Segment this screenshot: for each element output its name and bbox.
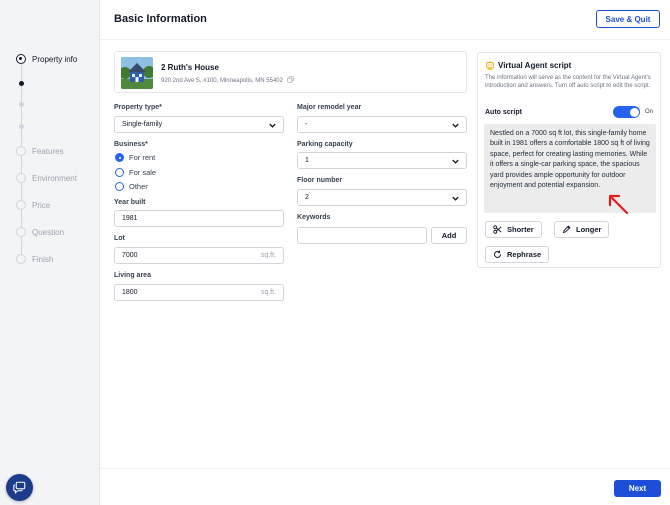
living-area-input[interactable]: 1800 sq.ft.	[114, 284, 284, 301]
virtual-agent-title: Virtual Agent script	[498, 61, 572, 70]
chevron-down-icon	[452, 196, 459, 201]
lot-unit: sq.ft.	[260, 252, 276, 259]
radio-selected-icon	[115, 153, 124, 162]
longer-label: Longer	[576, 225, 602, 234]
step-property-info[interactable]: Property info	[16, 54, 77, 64]
next-button[interactable]: Next	[614, 480, 661, 497]
chat-button[interactable]	[6, 474, 33, 501]
property-name: 2 Ruth's House	[161, 63, 219, 72]
business-option-for-rent[interactable]: For rent	[115, 153, 155, 162]
year-built-value: 1981	[122, 215, 138, 222]
page-footer	[100, 468, 670, 505]
lot-value: 7000	[122, 252, 138, 259]
longer-button[interactable]: Longer	[554, 221, 610, 238]
step-sidebar: Property info Features Environment Price…	[0, 0, 100, 505]
active-step-icon	[16, 54, 26, 64]
living-area-label: Living area	[114, 272, 151, 279]
step-label: Price	[32, 200, 51, 210]
step-circle-icon	[16, 227, 26, 237]
rephrase-label: Rephrase	[507, 250, 542, 259]
living-area-unit: sq.ft.	[260, 289, 276, 296]
parking-capacity-select[interactable]: 1	[297, 152, 467, 169]
radio-label: For rent	[129, 153, 156, 162]
year-built-label: Year built	[114, 199, 146, 206]
virtual-agent-description: The information will serve as the conten…	[485, 75, 651, 90]
floor-number-select[interactable]: 2	[297, 189, 467, 206]
agent-bot-icon	[486, 60, 494, 70]
page-header: Basic Information Save & Quit	[100, 0, 670, 40]
step-environment[interactable]: Environment	[16, 173, 77, 183]
floor-number-value: 2	[305, 194, 309, 201]
page-title: Basic Information	[114, 13, 207, 25]
shorter-label: Shorter	[507, 225, 534, 234]
step-finish[interactable]: Finish	[16, 254, 53, 264]
step-circle-icon	[16, 254, 26, 264]
step-circle-icon	[16, 173, 26, 183]
lot-label: Lot	[114, 235, 125, 242]
step-question[interactable]: Question	[16, 227, 64, 237]
radio-icon	[115, 182, 124, 191]
parking-capacity-label: Parking capacity	[297, 141, 353, 148]
property-address-text: 920 2nd Ave S, #100, Minneapolis, MN 554…	[161, 78, 283, 84]
business-label: Business*	[114, 141, 148, 148]
save-and-quit-button[interactable]: Save & Quit	[596, 10, 660, 28]
major-remodel-year-label: Major remodel year	[297, 104, 362, 111]
property-type-select[interactable]: Single-family	[114, 116, 284, 133]
pen-icon	[562, 225, 571, 234]
chat-icon	[13, 481, 26, 494]
substep-dot	[19, 124, 24, 129]
step-features[interactable]: Features	[16, 146, 64, 156]
substep-dot-current	[19, 81, 24, 86]
rephrase-button[interactable]: Rephrase	[485, 246, 550, 263]
lot-input[interactable]: 7000 sq.ft.	[114, 247, 284, 264]
script-text: Nestled on a 7000 sq ft lot, this single…	[484, 124, 656, 213]
business-option-other[interactable]: Other	[115, 182, 148, 191]
step-label: Environment	[32, 173, 77, 183]
radio-label: Other	[129, 182, 148, 191]
year-built-input[interactable]: 1981	[114, 210, 284, 227]
major-remodel-year-value: -	[305, 121, 308, 128]
keywords-input[interactable]	[297, 227, 427, 244]
refresh-icon	[494, 250, 501, 258]
shorter-button[interactable]: Shorter	[485, 221, 542, 238]
auto-script-toggle[interactable]	[613, 106, 640, 118]
parking-capacity-value: 1	[305, 157, 309, 164]
virtual-agent-panel: Virtual Agent script The information wil…	[477, 52, 661, 268]
property-photo	[121, 57, 153, 89]
step-label: Finish	[32, 254, 54, 264]
scissors-icon	[493, 225, 502, 234]
property-type-label: Property type*	[114, 104, 162, 111]
radio-label: For sale	[129, 168, 157, 177]
add-keyword-button[interactable]: Add	[431, 227, 467, 244]
auto-script-state: On	[645, 109, 654, 115]
step-label: Property info	[32, 54, 78, 64]
step-circle-icon	[16, 200, 26, 210]
living-area-value: 1800	[122, 289, 138, 296]
keywords-label: Keywords	[297, 214, 331, 221]
auto-script-label: Auto script	[485, 109, 522, 116]
step-label: Features	[32, 146, 64, 156]
property-address: 920 2nd Ave S, #100, Minneapolis, MN 554…	[161, 76, 294, 84]
property-type-value: Single-family	[122, 121, 163, 128]
step-price[interactable]: Price	[16, 200, 50, 210]
major-remodel-year-select[interactable]: -	[297, 116, 467, 133]
annotation-arrow-icon	[608, 194, 629, 215]
chevron-down-icon	[452, 159, 459, 164]
copy-address-icon[interactable]	[287, 76, 294, 83]
floor-number-label: Floor number	[297, 177, 343, 184]
step-circle-icon	[16, 146, 26, 156]
property-card: 2 Ruth's House 920 2nd Ave S, #100, Minn…	[114, 51, 467, 93]
chevron-down-icon	[452, 123, 459, 128]
chevron-down-icon	[269, 123, 276, 128]
substep-dot	[19, 102, 24, 107]
radio-icon	[115, 168, 124, 177]
step-label: Question	[32, 227, 65, 237]
business-option-for-sale[interactable]: For sale	[115, 168, 156, 177]
